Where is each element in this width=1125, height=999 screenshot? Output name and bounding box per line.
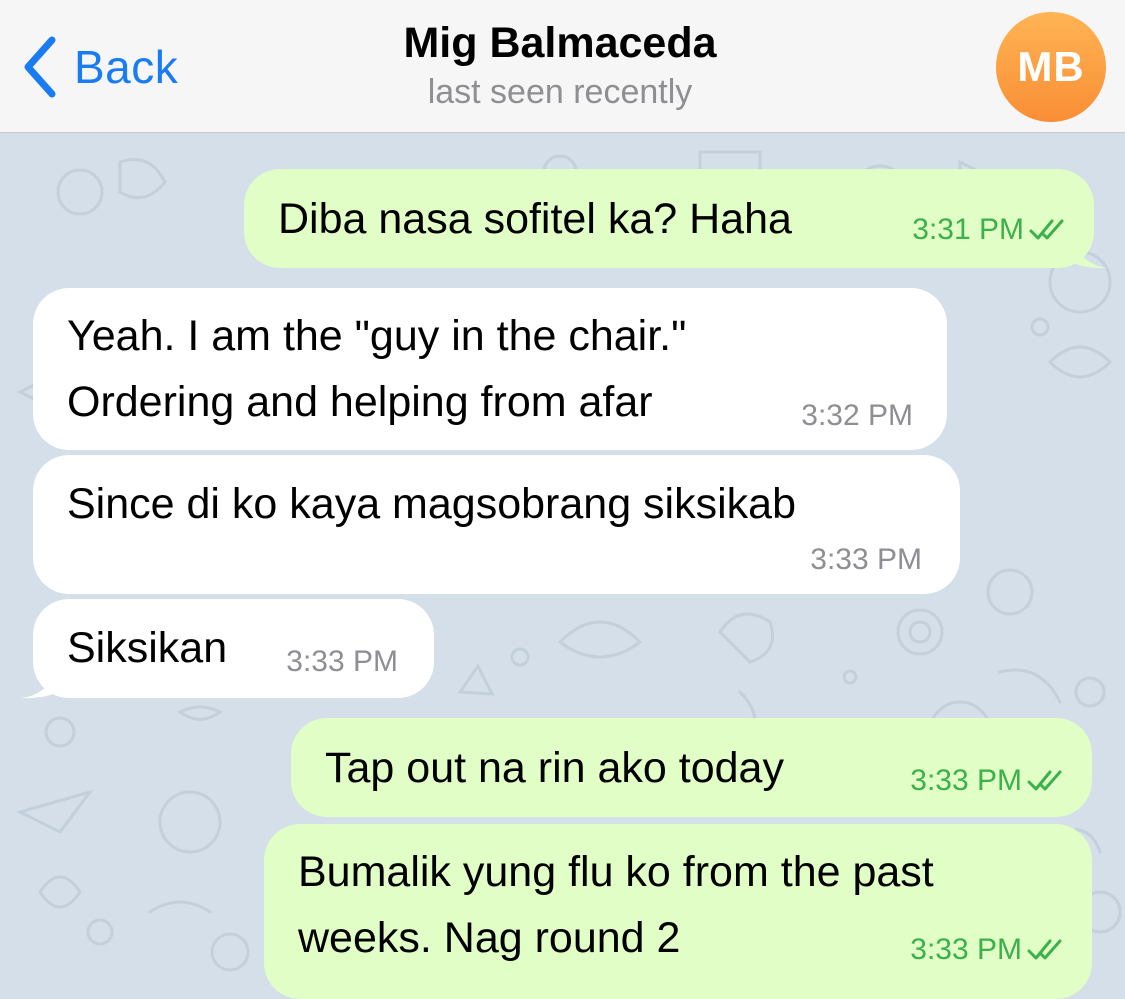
back-label: Back [74, 41, 179, 93]
bubble-tail [21, 671, 59, 699]
message-meta: 3:32 PM [801, 399, 913, 433]
chat-title-block[interactable]: Mig Balmaceda last seen recently [300, 16, 820, 114]
contact-name: Mig Balmaceda [403, 19, 717, 67]
chevron-left-icon [24, 36, 56, 98]
message-incoming[interactable]: Yeah. I am the "guy in the chair." Order… [33, 288, 947, 450]
message-text: Since di ko kaya magsobrang siksikab [67, 480, 796, 528]
message-text: Bumalik yung flu ko from the past [298, 848, 934, 896]
avatar[interactable]: MB [996, 12, 1106, 122]
message-incoming[interactable]: Siksikan 3:33 PM [21, 599, 434, 699]
message-outgoing[interactable]: Bumalik yung flu ko from the past weeks.… [264, 824, 1092, 999]
back-button[interactable]: Back [20, 34, 178, 100]
message-meta: 3:33 PM [286, 645, 398, 679]
message-time: 3:32 PM [801, 399, 913, 432]
message-time: 3:33 PM [910, 764, 1022, 797]
message-incoming[interactable]: Since di ko kaya magsobrang siksikab 3:3… [33, 455, 960, 594]
message-outgoing[interactable]: Tap out na rin ako today 3:33 PM [291, 718, 1092, 817]
double-check-icon [1027, 770, 1062, 791]
message-text: Diba nasa sofitel ka? Haha [278, 195, 792, 243]
message-outgoing[interactable]: Diba nasa sofitel ka? Haha 3:31 PM [244, 169, 1108, 269]
message-text: weeks. Nag round 2 [298, 914, 681, 962]
message-text: Ordering and helping from afar [67, 378, 653, 426]
chat-header: Back Mig Balmaceda last seen recently MB [0, 0, 1125, 133]
avatar-initials: MB [1017, 43, 1085, 90]
contact-status: last seen recently [427, 73, 693, 111]
message-time: 3:33 PM [286, 645, 398, 678]
message-meta: 3:33 PM [910, 764, 1066, 798]
message-time: 3:31 PM [912, 213, 1024, 246]
message-meta: 3:31 PM [912, 213, 1068, 247]
double-check-icon [1029, 219, 1064, 240]
message-text: Yeah. I am the "guy in the chair." [67, 312, 687, 360]
message-meta: 3:33 PM [810, 543, 922, 577]
message-text: Siksikan [67, 624, 228, 672]
message-list: Diba nasa sofitel ka? Haha 3:31 PM Yeah.… [0, 132, 1125, 999]
message-text: Tap out na rin ako today [325, 744, 784, 792]
message-time: 3:33 PM [810, 543, 922, 576]
message-time: 3:33 PM [910, 933, 1022, 966]
message-meta: 3:33 PM [910, 933, 1066, 967]
double-check-icon [1027, 939, 1062, 960]
bubble-tail [1070, 241, 1108, 269]
